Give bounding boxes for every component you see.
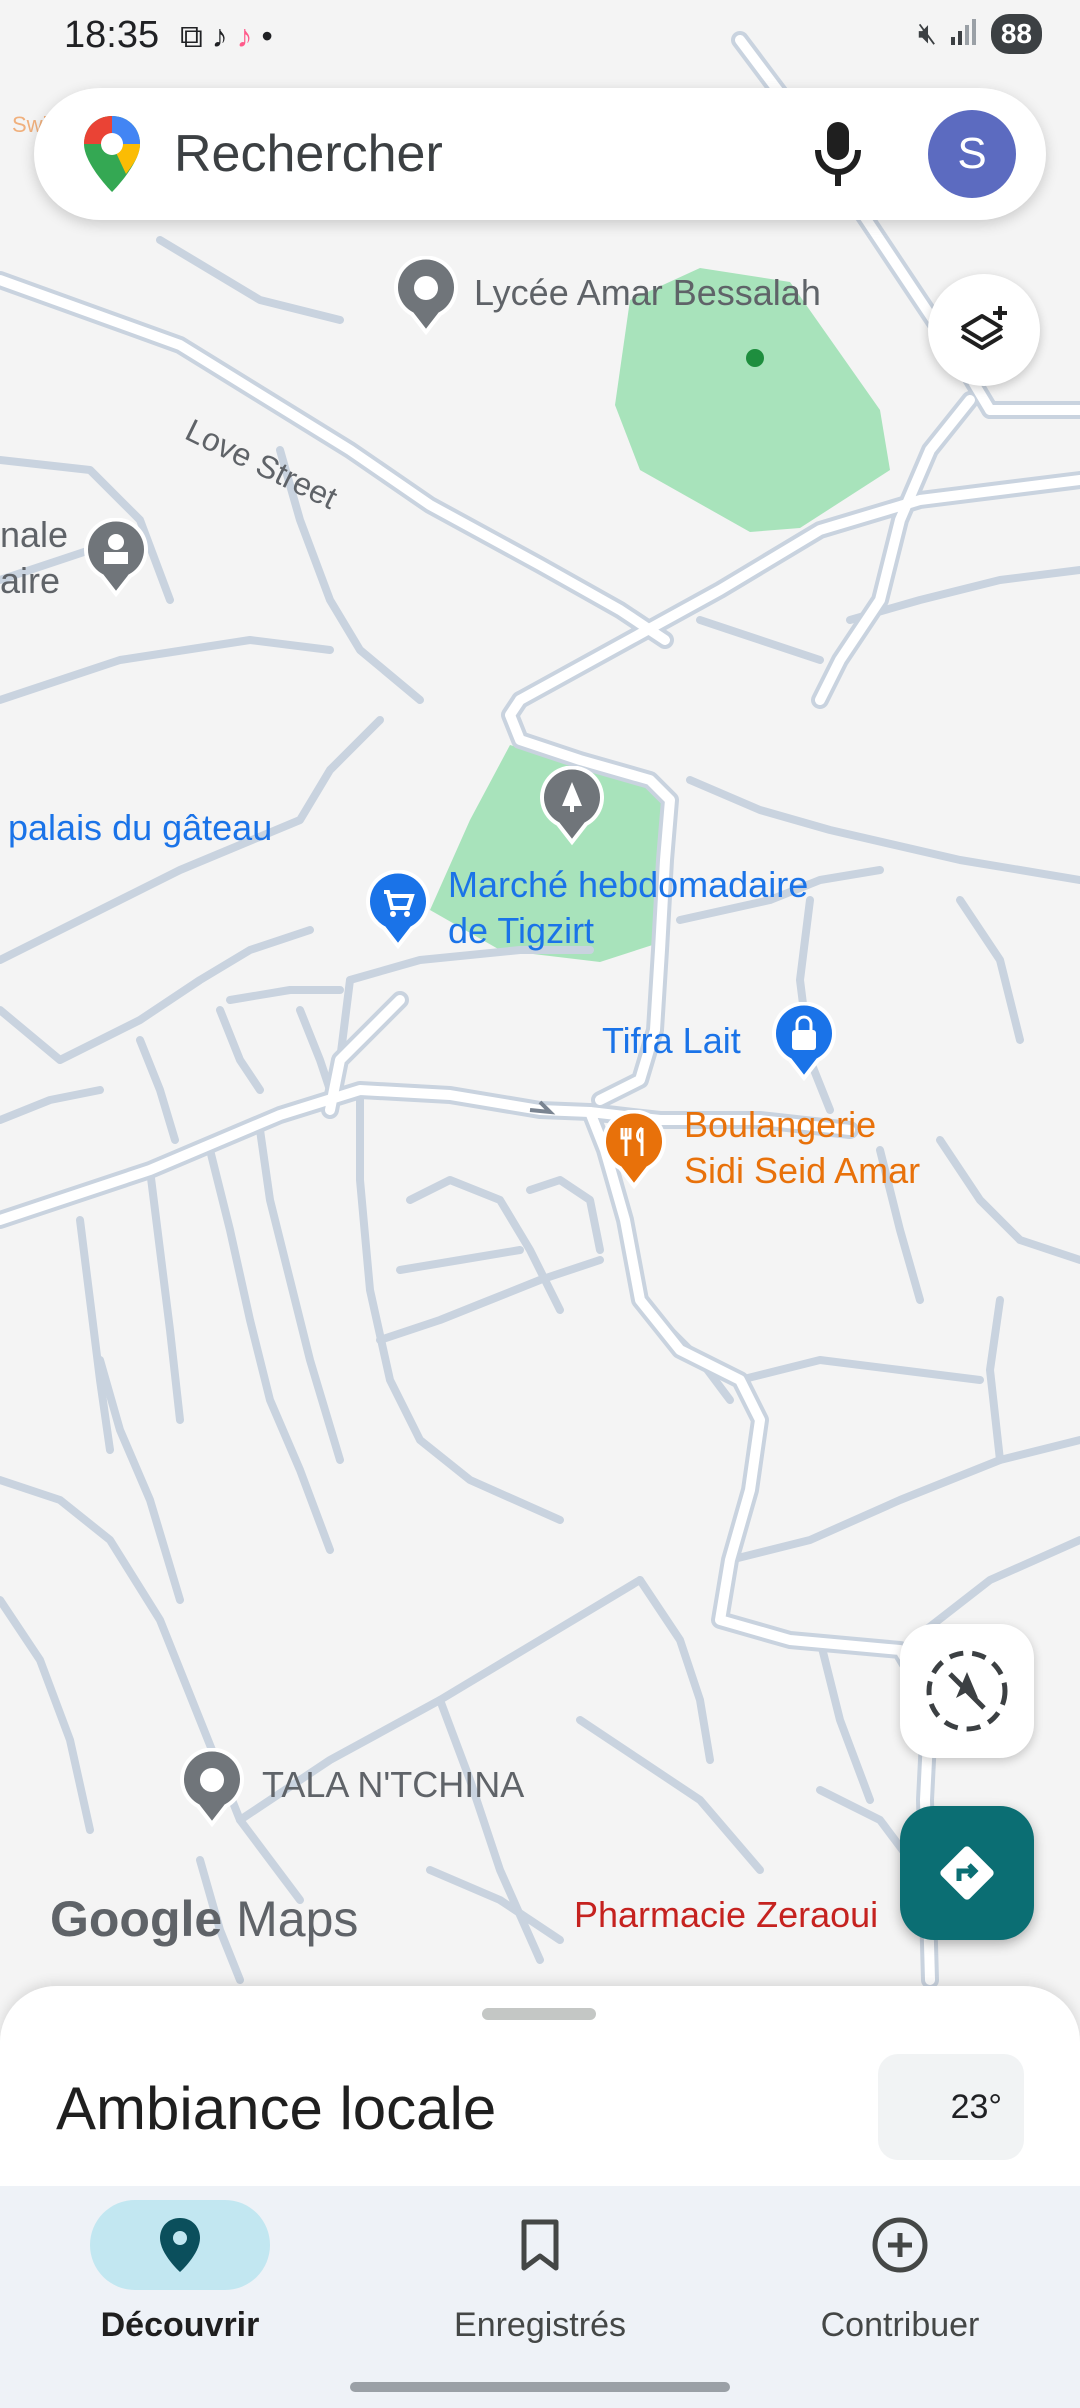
nav-label-decouvrir: Découvrir [100, 2306, 260, 2344]
poi-pin-boulangerie[interactable] [602, 1109, 666, 1195]
tiktok-icon: ♪ [211, 18, 228, 54]
bottom-sheet[interactable]: Ambiance locale 23° [0, 1986, 1080, 2186]
sheet-drag-handle[interactable] [482, 2008, 596, 2020]
label-marche-1[interactable]: Marché hebdomadaire [448, 862, 808, 908]
poi-pin-tala[interactable] [180, 1747, 244, 1833]
microphone-icon[interactable] [810, 118, 866, 190]
nav-decouvrir[interactable]: Découvrir [0, 2200, 360, 2345]
poi-pin-tifra[interactable] [772, 1001, 836, 1087]
signal-icon [949, 17, 979, 52]
notification-icons: ⧉ ♪ ♪ • [180, 18, 273, 56]
sheet-title: Ambiance locale [56, 2075, 497, 2142]
label-cut-left-1: nale [0, 514, 69, 555]
label-marche-2[interactable]: de Tigzirt [448, 908, 594, 954]
nav-contribuer[interactable]: Contribuer [720, 2200, 1080, 2345]
label-boulangerie-1[interactable]: Boulangerie [684, 1102, 876, 1148]
more-dot-icon: • [261, 18, 273, 54]
directions-icon [940, 1846, 994, 1900]
status-bar: 18:35 ⧉ ♪ ♪ • Swiga 🔇︎ 88 [0, 0, 1080, 137]
poi-pin-admin[interactable] [84, 517, 148, 603]
nav-label-enregistres: Enregistrés [454, 2306, 626, 2344]
google-maps-pin-icon [84, 116, 140, 192]
label-lycee[interactable]: Lycée Amar Bessalah [474, 270, 821, 316]
label-pharmacie[interactable]: Pharmacie Zeraoui [574, 1892, 878, 1938]
logo-maps: Maps [236, 1891, 359, 1947]
bottom-navigation: Découvrir Enregistrés Contribuer [0, 2186, 1080, 2408]
nav-enregistres[interactable]: Enregistrés [360, 2200, 720, 2345]
nav-label-contribuer: Contribuer [820, 2306, 980, 2344]
label-palais[interactable]: palais du gâteau [8, 805, 272, 851]
poi-pin-lycee[interactable] [394, 255, 458, 341]
label-boulangerie-2[interactable]: Sidi Seid Amar [684, 1148, 920, 1194]
layers-icon [960, 306, 1007, 350]
home-indicator[interactable] [350, 2382, 730, 2392]
tiktok-lite-icon: ♪ [236, 18, 253, 54]
poi-pin-marche[interactable] [366, 869, 430, 955]
logo-google: Google [50, 1891, 223, 1947]
search-bar[interactable]: Rechercher S [34, 88, 1046, 220]
temperature-value: 23° [950, 2087, 1002, 2126]
compass-button[interactable] [900, 1624, 1034, 1758]
label-tala[interactable]: TALA N'TCHINA [262, 1762, 524, 1808]
place-icon [160, 2218, 200, 2272]
bookmark-icon [521, 2219, 559, 2271]
status-time: 18:35 [64, 14, 160, 56]
label-tifra[interactable]: Tifra Lait [602, 1018, 741, 1064]
label-cut-left-2: aire [0, 560, 61, 601]
account-avatar[interactable]: S [928, 110, 1016, 198]
directions-button[interactable] [900, 1806, 1034, 1940]
google-maps-logo: Google Maps [50, 1890, 358, 1948]
compass-icon [926, 1650, 1008, 1732]
mute-icon: 🔇︎ [917, 17, 937, 50]
search-input[interactable]: Rechercher [174, 124, 443, 184]
weather-chip[interactable]: 23° [878, 2054, 1024, 2160]
screenshot-icon: ⧉ [180, 18, 203, 54]
add-circle-icon [872, 2217, 928, 2273]
poi-pin-park[interactable] [540, 765, 604, 851]
layers-button[interactable] [928, 274, 1040, 386]
battery-indicator: 88 [990, 14, 1042, 54]
